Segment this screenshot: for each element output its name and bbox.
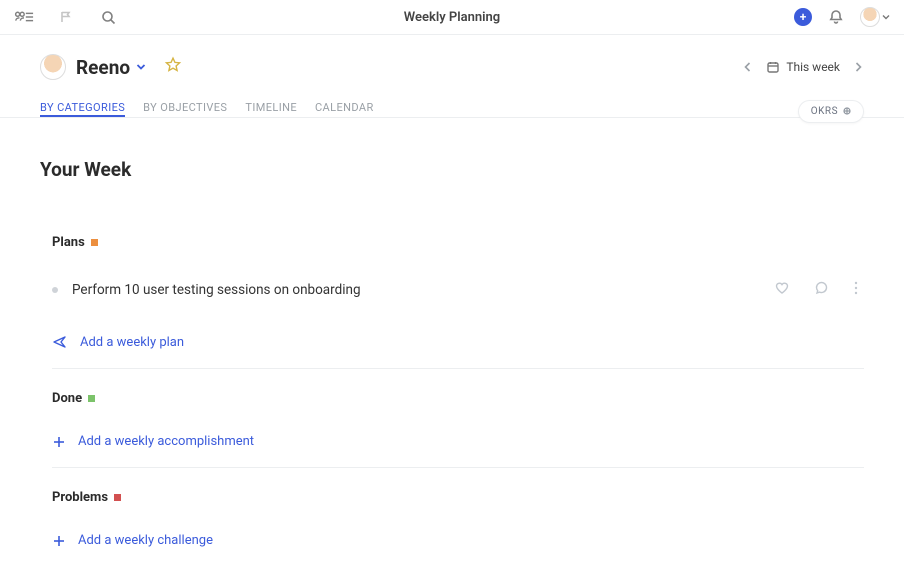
section-done: Done Add a weekly accomplishment	[40, 391, 864, 468]
flag-icon[interactable]	[56, 7, 76, 27]
add-problem-button[interactable]: Add a weekly challenge	[52, 525, 864, 566]
bell-icon[interactable]	[826, 7, 846, 27]
content: Your Week Plans Perform 10 user testing …	[0, 118, 904, 566]
caret-down-icon	[882, 13, 890, 21]
page-title: Weekly Planning	[404, 10, 500, 25]
section-problems: Problems Add a weekly challenge	[40, 490, 864, 566]
add-icon	[52, 534, 66, 548]
plus-circle-icon[interactable]: +	[794, 8, 812, 26]
section-problems-label: Problems	[52, 490, 108, 505]
team-icon[interactable]	[14, 7, 34, 27]
chevron-left-icon[interactable]	[742, 61, 754, 73]
dot-green-icon	[88, 395, 95, 402]
topbar: Weekly Planning +	[0, 0, 904, 34]
user-name-label: Reeno	[76, 56, 130, 79]
comment-icon[interactable]	[814, 280, 830, 300]
plan-item[interactable]: Perform 10 user testing sessions on onbo…	[52, 266, 864, 312]
user-name-dropdown[interactable]: Reeno	[76, 56, 146, 79]
this-week-label: This week	[786, 60, 840, 74]
plan-item-actions	[774, 280, 864, 300]
section-plans: Plans Perform 10 user testing sessions o…	[40, 235, 864, 369]
more-icon[interactable]	[854, 281, 858, 299]
section-divider	[52, 467, 864, 468]
send-icon	[52, 334, 68, 350]
caret-down-icon	[136, 62, 146, 72]
user-avatar	[40, 54, 66, 80]
page-title-wrap: Weekly Planning	[0, 10, 904, 25]
section-problems-title: Problems	[52, 490, 864, 505]
okrs-chip-icon	[843, 107, 851, 115]
add-plan-label: Add a weekly plan	[80, 335, 184, 350]
plan-item-text: Perform 10 user testing sessions on onbo…	[72, 282, 760, 298]
search-icon[interactable]	[98, 7, 118, 27]
section-done-label: Done	[52, 391, 82, 406]
section-done-title: Done	[52, 391, 864, 406]
add-icon	[52, 435, 66, 449]
topbar-right: +	[794, 7, 890, 27]
tabs: BY CATEGORIES BY OBJECTIVES TIMELINE CAL…	[0, 87, 904, 117]
dot-orange-icon	[91, 239, 98, 246]
add-done-button[interactable]: Add a weekly accomplishment	[52, 426, 864, 467]
tab-by-objectives[interactable]: BY OBJECTIVES	[143, 101, 227, 117]
add-done-label: Add a weekly accomplishment	[78, 434, 254, 449]
calendar-icon	[766, 60, 780, 74]
heart-icon[interactable]	[774, 280, 790, 300]
topbar-left	[14, 7, 118, 27]
chevron-right-icon[interactable]	[852, 61, 864, 73]
add-problem-label: Add a weekly challenge	[78, 533, 213, 548]
tab-by-categories[interactable]: BY CATEGORIES	[40, 101, 125, 117]
page-header: Reeno This week	[0, 35, 904, 87]
okrs-chip[interactable]: OKRS	[798, 100, 864, 123]
okrs-chip-label: OKRS	[811, 106, 838, 117]
dot-red-icon	[114, 494, 121, 501]
avatar-icon	[860, 7, 880, 27]
page-heading: Your Week	[40, 158, 864, 181]
tab-calendar[interactable]: CALENDAR	[315, 101, 374, 117]
star-icon[interactable]	[164, 56, 182, 78]
week-switcher: This week	[742, 60, 864, 74]
this-week-button[interactable]: This week	[766, 60, 840, 74]
user-menu[interactable]	[860, 7, 890, 27]
section-plans-title: Plans	[52, 235, 864, 250]
user-block: Reeno	[40, 54, 182, 80]
bullet-icon	[52, 287, 58, 293]
add-plan-button[interactable]: Add a weekly plan	[52, 326, 864, 368]
section-plans-label: Plans	[52, 235, 85, 250]
tab-timeline[interactable]: TIMELINE	[245, 101, 297, 117]
section-divider	[52, 368, 864, 369]
